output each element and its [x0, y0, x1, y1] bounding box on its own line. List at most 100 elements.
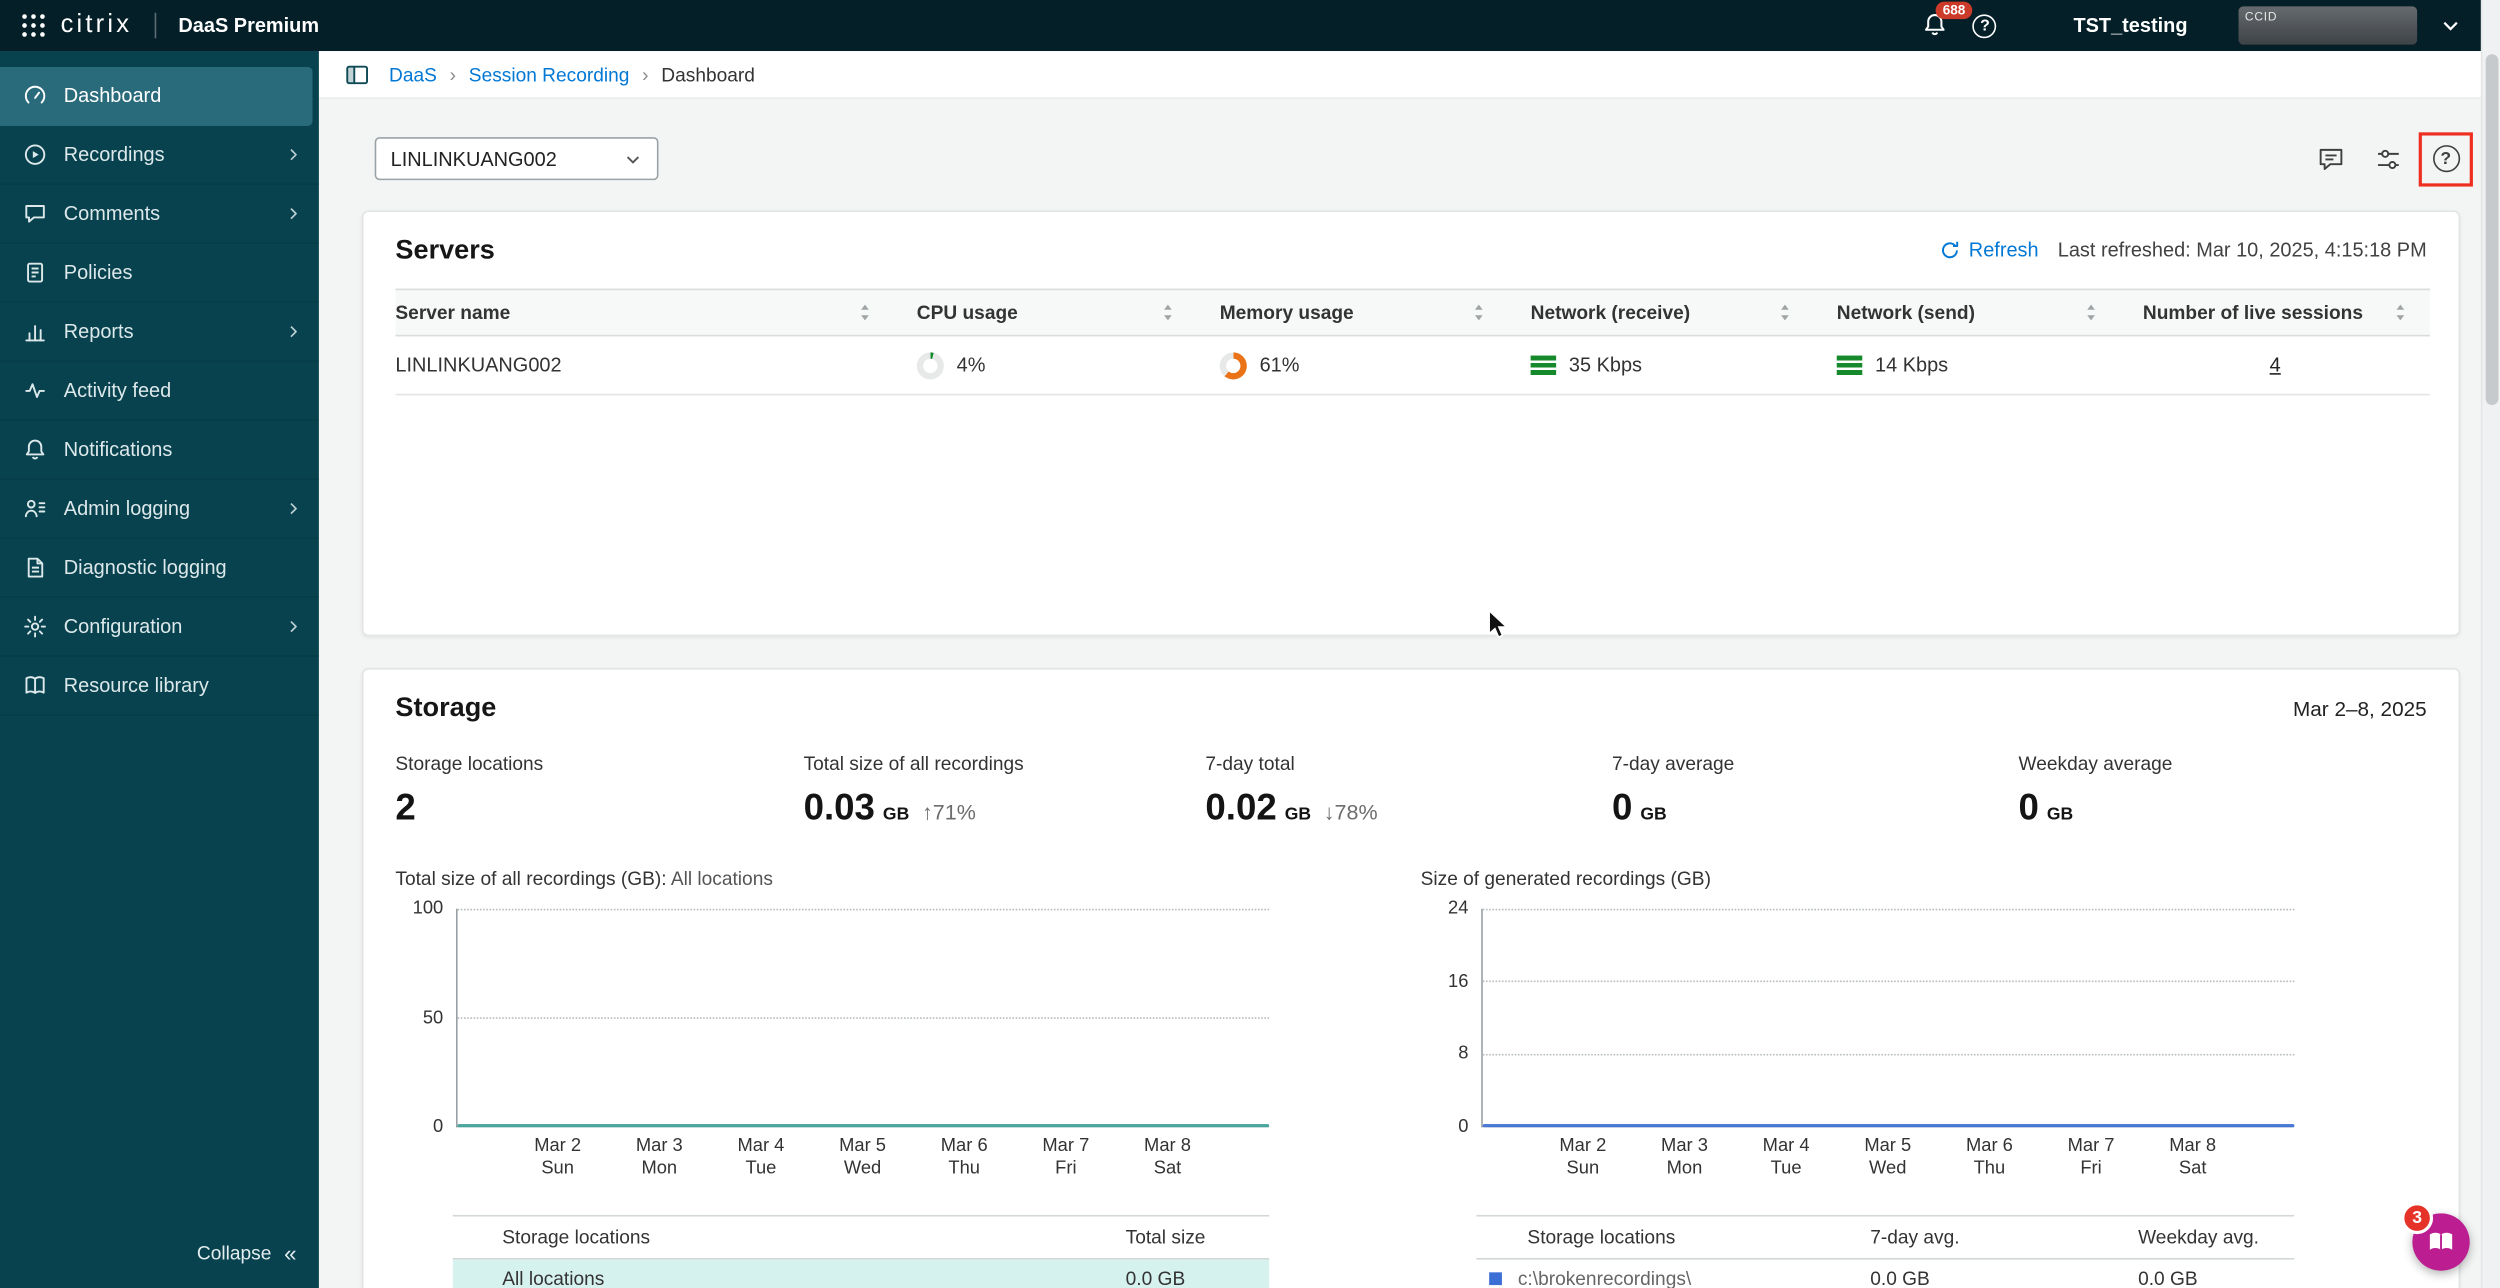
- cpu-usage-value: 4%: [956, 353, 986, 377]
- main-content: DaaS › Session Recording › Dashboard LIN…: [318, 51, 2500, 1288]
- account-chevron-down-icon[interactable]: [2439, 14, 2461, 36]
- table-row: LINLINKUANG002 4% 61% 35 Kbps 14 Kbps 4: [395, 336, 2430, 396]
- activity-feed-icon: [22, 378, 48, 404]
- header-help-icon[interactable]: ?: [1972, 13, 1997, 38]
- sidebar-collapse-button[interactable]: Collapse «: [0, 1240, 319, 1288]
- x-axis-label: Mar 6 Thu: [1965, 1136, 2013, 1179]
- notifications-bell-button[interactable]: 688: [1922, 1, 1972, 40]
- dashboard-icon: [22, 83, 48, 109]
- y-axis: 24 16 8 0: [1421, 899, 1482, 1137]
- seven-day-avg-cell: 0.0 GB: [1870, 1267, 1930, 1288]
- server-dropdown[interactable]: LINLINKUANG002: [374, 137, 659, 181]
- y-axis: 100 50 0: [395, 899, 456, 1137]
- x-axis-label: Mar 4 Tue: [737, 1136, 785, 1179]
- help-icon: ?: [2432, 145, 2460, 173]
- x-axis: Mar 2 Sun Mar 3 Mon Mar 4 Tue Mar 5 Wed Mar 6 Thu…: [456, 1135, 1269, 1189]
- panel-toggle-icon[interactable]: [344, 61, 370, 87]
- product-title: DaaS Premium: [178, 14, 320, 37]
- column-header[interactable]: Server name: [395, 290, 894, 335]
- column-header[interactable]: CPU usage: [894, 290, 1197, 335]
- data-series-line: [457, 1124, 1270, 1128]
- stat-total-size: Total size of all recordings 0.03 GB ↑71%: [803, 752, 1024, 828]
- sidebar-item-policies[interactable]: Policies: [0, 244, 319, 303]
- sidebar-item-activity-feed[interactable]: Activity feed: [0, 362, 319, 421]
- sidebar-item-reports[interactable]: Reports: [0, 303, 319, 362]
- server-dropdown-value: LINLINKUANG002: [390, 147, 557, 170]
- y-tick-label: 8: [1458, 1044, 1469, 1064]
- column-header[interactable]: Network (send): [1814, 290, 2120, 335]
- column-header[interactable]: Memory usage: [1197, 290, 1508, 335]
- breadcrumb-link-daas[interactable]: DaaS: [389, 63, 437, 85]
- live-sessions-cell: 4: [2121, 354, 2430, 376]
- account-selector[interactable]: CCID: [2238, 6, 2418, 45]
- cpu-usage-cell: 4%: [894, 351, 1197, 379]
- y-tick-label: 50: [422, 1008, 444, 1028]
- total-size-cell: 0.0 GB: [1125, 1267, 1186, 1288]
- guide-badge: 3: [2401, 1202, 2434, 1235]
- feedback-comment-button[interactable]: [2312, 140, 2350, 178]
- x-axis-label: Mar 6 Thu: [940, 1136, 988, 1179]
- gridline: [457, 1017, 1270, 1019]
- notification-count-badge: 688: [1936, 1, 1972, 20]
- gridline: [457, 908, 1270, 911]
- table-row[interactable]: All locations 0.0 GB: [452, 1259, 1270, 1288]
- recordings-icon: [22, 142, 48, 168]
- x-axis-label: Mar 3 Mon: [635, 1136, 683, 1179]
- stat-storage-locations: Storage locations 2: [395, 752, 544, 828]
- sort-icon: [1781, 304, 1789, 321]
- admin-logging-icon: [22, 496, 48, 522]
- mouse-cursor: [1488, 609, 1509, 639]
- servers-title: Servers: [395, 234, 495, 265]
- server-name-cell: LINLINKUANG002: [395, 353, 562, 377]
- chart-title: Size of generated recordings (GB): [1420, 867, 1711, 890]
- gridline: [1482, 981, 2295, 983]
- sidebar-item-dashboard[interactable]: Dashboard: [0, 66, 313, 126]
- breadcrumb-current: Dashboard: [661, 62, 755, 86]
- scrollbar-thumb[interactable]: [2485, 54, 2499, 405]
- sidebar-item-admin-logging[interactable]: Admin logging: [0, 480, 319, 539]
- ccid-label: CCID: [2244, 9, 2278, 24]
- sidebar-item-notifications[interactable]: Notifications: [0, 421, 319, 480]
- generated-recordings-table: Storage locations 7-day avg. Weekday avg…: [1476, 1214, 2295, 1288]
- breadcrumb-link-session-recording[interactable]: Session Recording: [469, 63, 630, 85]
- weekday-avg-cell: 0.0 GB: [2138, 1267, 2198, 1288]
- live-sessions-link[interactable]: 4: [2270, 354, 2281, 376]
- sidebar-item-recordings[interactable]: Recordings: [0, 126, 319, 185]
- sidebar-item-configuration[interactable]: Configuration: [0, 598, 319, 657]
- y-tick-label: 16: [1448, 972, 1469, 992]
- total-size-chart: Total size of all recordings (GB): All l…: [395, 867, 1270, 1189]
- sidebar-item-comments[interactable]: Comments: [0, 185, 319, 244]
- refresh-button[interactable]: Refresh: [1939, 239, 2039, 261]
- memory-usage-value: 61%: [1259, 353, 1300, 377]
- reports-icon: [22, 319, 48, 345]
- x-axis-label: Mar 5 Wed: [1864, 1136, 1912, 1179]
- table-row[interactable]: c:\brokenrecordings\ 0.0 GB 0.0 GB: [1476, 1260, 2294, 1288]
- citrix-logo: citrix: [60, 11, 133, 39]
- filter-settings-button[interactable]: [2369, 140, 2407, 178]
- memory-usage-cell: 61%: [1197, 351, 1508, 379]
- stat-7-day-total: 7-day total 0.02 GB ↓78%: [1205, 752, 1378, 828]
- toolbar: LINLINKUANG002 ?: [374, 131, 2473, 186]
- app-root: citrix DaaS Premium 688 ? TST_testing CC…: [0, 0, 2500, 1288]
- last-refreshed-text: Last refreshed: Mar 10, 2025, 4:15:18 PM: [2057, 239, 2427, 262]
- column-header[interactable]: Number of live sessions: [2121, 290, 2430, 335]
- sort-icon: [1474, 304, 1483, 321]
- collapse-chevrons-icon: «: [284, 1240, 297, 1266]
- app-grid-icon[interactable]: [19, 11, 48, 40]
- sidebar-item-label: Resource library: [63, 674, 209, 697]
- help-button[interactable]: ?: [2418, 131, 2473, 186]
- sidebar-item-resource-library[interactable]: Resource library: [0, 657, 319, 716]
- sidebar-item-diagnostic-logging[interactable]: Diagnostic logging: [0, 539, 319, 598]
- legend-marker: [1489, 1272, 1502, 1286]
- y-tick-label: 24: [1448, 899, 1469, 919]
- sidebar-item-label: Configuration: [63, 615, 183, 638]
- scrollbar-track: [2480, 0, 2500, 1288]
- column-header[interactable]: Network (receive): [1508, 290, 1814, 335]
- x-axis-label: Mar 3 Mon: [1661, 1136, 1708, 1179]
- sidebar-item-label: Comments: [63, 202, 161, 225]
- open-book-icon: [2429, 1232, 2453, 1250]
- x-axis-label: Mar 5 Wed: [839, 1136, 887, 1179]
- network-bars-icon: [1530, 354, 1557, 376]
- storage-stats: Storage locations 2 Total size of all re…: [395, 753, 2426, 830]
- table-header-row: Storage locations Total size: [452, 1214, 1270, 1260]
